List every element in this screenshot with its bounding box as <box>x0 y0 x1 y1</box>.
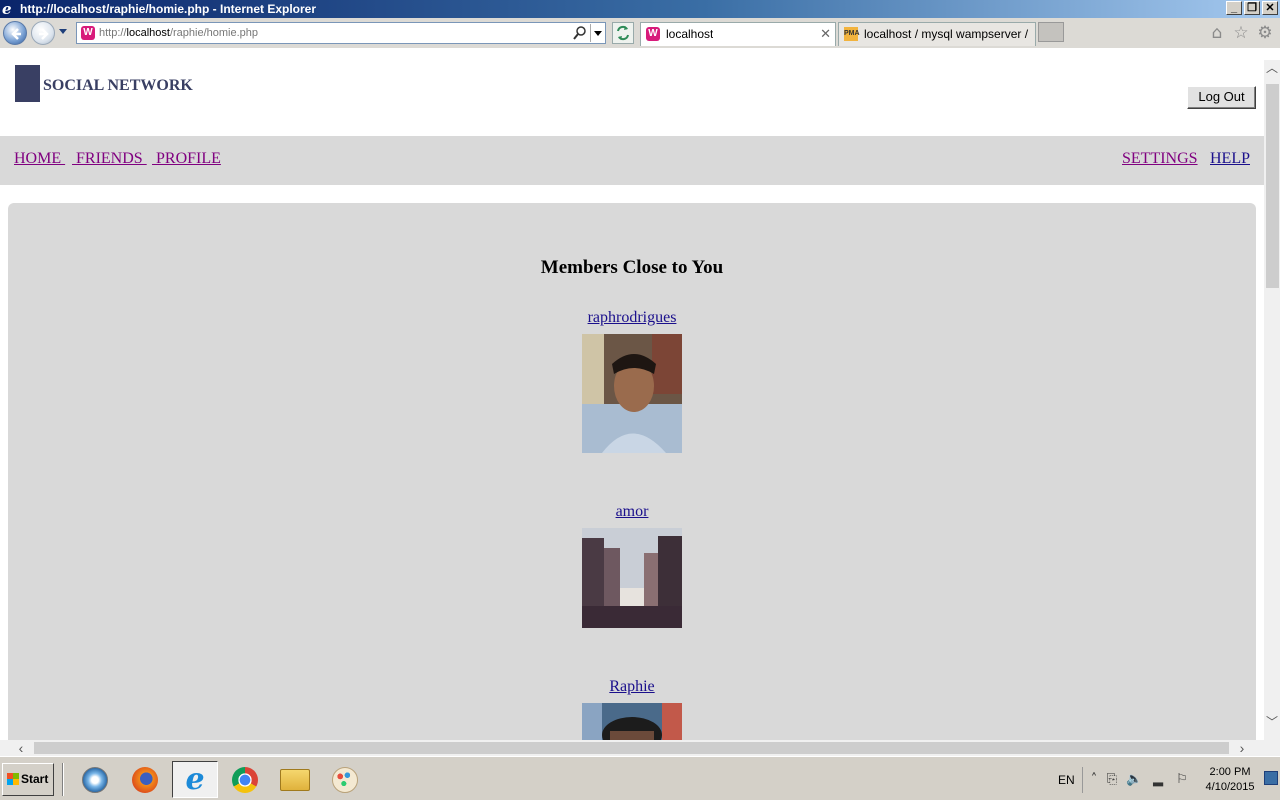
members-panel <box>8 203 1256 740</box>
windows-taskbar: Start e EN ˄ ⎘ 🔈 ▂ ⚐ 2:00 PM 4/10/2015 <box>0 756 1280 800</box>
history-dropdown-icon[interactable] <box>59 29 67 34</box>
refresh-icon <box>617 25 629 41</box>
favorites-star-icon[interactable]: ☆ <box>1232 24 1250 42</box>
tab-phpmyadmin[interactable]: PMA localhost / mysql wampserver / ... <box>838 22 1036 46</box>
member-name-link[interactable]: Raphie <box>609 678 654 695</box>
tab-close-icon[interactable]: ✕ <box>820 23 831 45</box>
tab-label: localhost <box>666 27 714 41</box>
vertical-scrollbar[interactable]: ︿ ﹀ <box>1264 60 1280 740</box>
folder-icon <box>280 768 310 791</box>
window-titlebar: e http://localhost/raphie/homie.php - In… <box>0 0 1280 18</box>
arrow-right-icon <box>39 28 49 40</box>
taskbar-internet-explorer[interactable]: e <box>172 761 218 798</box>
safari-compass-icon <box>82 766 108 793</box>
minimize-button[interactable]: _ <box>1226 1 1242 15</box>
member-photo-wrap <box>0 334 1264 453</box>
show-desktop-button[interactable] <box>1264 771 1278 785</box>
member-item: raphrodrigues <box>0 309 1264 327</box>
address-bar[interactable]: W http://localhost/raphie/homie.php <box>76 22 606 44</box>
phpmyadmin-favicon-icon: PMA <box>844 27 860 41</box>
url-prefix: http:// <box>99 27 127 39</box>
taskbar-safari[interactable] <box>72 761 118 798</box>
start-label: Start <box>21 772 49 786</box>
site-menu-bar: HOME FRIENDS PROFILE SETTINGS HELP <box>0 136 1264 185</box>
compatibility-view-button[interactable] <box>612 22 634 44</box>
nav-home-link[interactable]: HOME <box>14 150 65 168</box>
nav-profile-link[interactable]: PROFILE <box>152 150 221 168</box>
member-photo[interactable] <box>582 703 682 740</box>
system-clock[interactable]: 2:00 PM 4/10/2015 <box>1200 765 1260 795</box>
network-device-icon[interactable]: ⎘ <box>1104 772 1120 788</box>
member-name-link[interactable]: raphrodrigues <box>588 309 677 326</box>
windows-logo-icon <box>7 773 19 785</box>
site-logo <box>15 65 40 102</box>
section-title: Members Close to You <box>540 257 724 278</box>
scrollbar-corner <box>1264 740 1280 756</box>
member-photo[interactable] <box>582 334 682 453</box>
internet-explorer-icon: e <box>185 761 205 797</box>
close-button[interactable]: ✕ <box>1262 1 1278 15</box>
window-controls: _ ❐ ✕ <box>1226 1 1278 15</box>
clock-time: 2:00 PM <box>1209 766 1251 778</box>
address-url[interactable]: http://localhost/raphie/homie.php <box>99 23 258 43</box>
taskbar-file-explorer[interactable] <box>272 761 318 798</box>
nav-friends-link[interactable]: FRIENDS <box>72 150 147 168</box>
browser-right-icons: ⌂ ☆ ⚙ <box>1208 24 1274 42</box>
member-photo[interactable] <box>582 528 682 628</box>
back-button[interactable] <box>3 21 27 45</box>
taskbar-paint[interactable] <box>322 761 368 798</box>
chrome-icon <box>232 766 258 793</box>
member-item: amor <box>0 503 1264 521</box>
taskbar-chrome[interactable] <box>222 761 268 798</box>
vertical-scroll-thumb[interactable] <box>1266 84 1279 288</box>
home-icon[interactable]: ⌂ <box>1208 24 1226 42</box>
tray-separator <box>1082 767 1083 793</box>
ie-logo-icon: e <box>2 0 12 18</box>
scroll-right-icon[interactable]: › <box>1235 740 1249 756</box>
nav-settings-link[interactable]: SETTINGS <box>1122 150 1198 168</box>
scroll-left-icon[interactable]: ‹ <box>14 740 28 756</box>
show-hidden-icons-icon[interactable]: ˄ <box>1086 772 1102 788</box>
taskbar-firefox[interactable] <box>122 761 168 798</box>
firefox-icon <box>132 766 158 793</box>
window-title: http://localhost/raphie/homie.php - Inte… <box>20 2 317 16</box>
site-name: SOCIAL NETWORK <box>43 77 193 94</box>
forward-button[interactable] <box>31 21 55 45</box>
language-indicator[interactable]: EN <box>1058 773 1075 787</box>
gear-icon[interactable]: ⚙ <box>1256 24 1274 42</box>
logout-button[interactable]: Log Out <box>1187 86 1256 109</box>
tab-localhost[interactable]: W localhost ✕ <box>640 22 836 46</box>
member-item: Raphie <box>0 678 1264 696</box>
member-photo-wrap <box>0 703 1264 740</box>
site-favicon-icon: W <box>81 26 95 40</box>
nav-help-link[interactable]: HELP <box>1210 150 1250 168</box>
scroll-down-icon[interactable]: ﹀ <box>1266 716 1278 728</box>
search-icon[interactable] <box>573 25 587 41</box>
scroll-up-icon[interactable]: ︿ <box>1266 62 1278 74</box>
clock-date: 4/10/2015 <box>1205 781 1255 793</box>
restore-button[interactable]: ❐ <box>1244 1 1260 15</box>
browser-toolbar: W http://localhost/raphie/homie.php W lo… <box>0 18 1280 48</box>
address-dropdown-button[interactable] <box>590 24 604 42</box>
horizontal-scrollbar[interactable]: ‹ › <box>0 740 1264 756</box>
signal-bars-icon[interactable]: ▂ <box>1150 772 1166 788</box>
start-button[interactable]: Start <box>2 763 54 796</box>
page-viewport: SOCIAL NETWORK Log Out HOME FRIENDS PROF… <box>0 48 1264 740</box>
paint-palette-icon <box>332 766 358 793</box>
volume-icon[interactable]: 🔈 <box>1126 772 1142 788</box>
taskbar-separator <box>62 763 64 796</box>
member-photo-wrap <box>0 528 1264 628</box>
url-path: /raphie/homie.php <box>169 27 259 39</box>
arrow-left-icon <box>11 28 21 40</box>
member-name-link[interactable]: amor <box>616 503 649 520</box>
wamp-favicon-icon: W <box>646 27 660 41</box>
action-center-flag-icon[interactable]: ⚐ <box>1174 772 1190 788</box>
tab-label: localhost / mysql wampserver / ... <box>864 27 1029 41</box>
system-tray: EN ˄ ⎘ 🔈 ▂ ⚐ 2:00 PM 4/10/2015 <box>1046 761 1280 798</box>
url-host: localhost <box>126 27 170 39</box>
new-tab-button[interactable] <box>1038 22 1064 42</box>
horizontal-scroll-thumb[interactable] <box>34 742 1229 754</box>
